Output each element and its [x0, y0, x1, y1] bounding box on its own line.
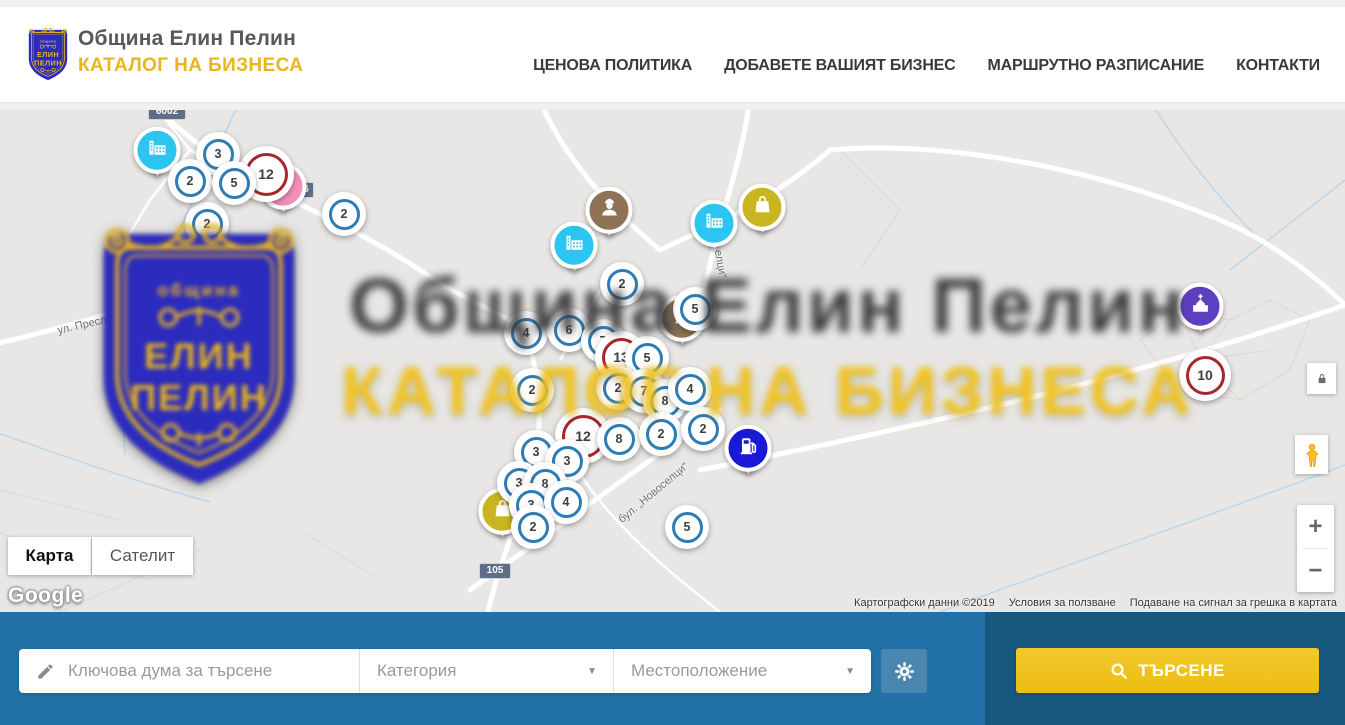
terms-link[interactable]: Условия за ползване [1009, 597, 1116, 609]
top-strip [0, 0, 1345, 7]
factory-map-pin[interactable] [691, 200, 738, 247]
street-view-pegman[interactable] [1295, 435, 1328, 474]
brand: Община Елин Пелин КАТАЛОГ НА БИЗНЕСА [78, 27, 303, 77]
svg-text:ЕЛИН: ЕЛИН [144, 335, 254, 376]
chevron-down-icon: ▼ [845, 666, 855, 677]
map-attribution: Картографски данни ©2019 Условия за полз… [854, 597, 1337, 609]
keyword-section [19, 649, 360, 693]
factory-icon [145, 136, 169, 165]
worker-icon [597, 196, 621, 225]
lock-icon [1315, 372, 1329, 386]
bag-map-pin[interactable] [739, 184, 786, 231]
pegman-icon [1301, 441, 1323, 469]
report-error-link[interactable]: Подаване на сигнал за грешка в картата [1130, 597, 1337, 609]
page: община ЕЛИН ПЕЛИН Община Елин Пелин КАТА… [0, 0, 1345, 725]
zoom-out-button[interactable]: − [1297, 549, 1334, 592]
chevron-down-icon: ▼ [587, 666, 597, 677]
satellite-view-button[interactable]: Сателит [92, 537, 193, 575]
cluster-count: 2 [341, 207, 348, 221]
cluster-marker[interactable]: 5 [665, 505, 709, 549]
map-data-copyright: Картографски данни ©2019 [854, 597, 995, 609]
location-select-value: Местоположение [631, 661, 767, 681]
fuel-icon [736, 434, 760, 463]
bag-icon [750, 193, 774, 222]
cluster-count: 8 [616, 432, 623, 446]
search-icon [1110, 662, 1128, 680]
map-type-control: Карта Сателит [8, 537, 193, 575]
zoom-control: + − [1297, 505, 1334, 592]
pencil-icon [36, 662, 55, 681]
watermark-crest: община ЕЛИН ПЕЛИН [85, 218, 313, 500]
cluster-count: 10 [1197, 367, 1213, 383]
header: община ЕЛИН ПЕЛИН Община Елин Пелин КАТА… [0, 7, 1345, 103]
search-bar: Категория ▼ Местоположение ▼ [0, 612, 1345, 725]
nav-item-contacts[interactable]: КОНТАКТИ [1236, 57, 1320, 75]
fuel-map-pin[interactable] [725, 425, 772, 472]
nav-item-pricing[interactable]: ЦЕНОВА ПОЛИТИКА [533, 57, 692, 75]
cluster-count: 5 [231, 176, 238, 190]
cluster-count: 3 [533, 445, 540, 459]
cluster-count: 5 [684, 520, 691, 534]
svg-text:община: община [40, 39, 57, 43]
cluster-marker[interactable]: 2 [168, 159, 212, 203]
watermark-title: Община Елин Пелин [330, 262, 1206, 351]
cluster-count: 3 [564, 454, 571, 468]
cluster-count: 2 [187, 174, 194, 188]
gear-icon [893, 660, 916, 683]
svg-text:ПЕЛИН: ПЕЛИН [130, 377, 268, 418]
cluster-count: 3 [215, 147, 222, 161]
site-subtitle: КАТАЛОГ НА БИЗНЕСА [78, 55, 303, 77]
advanced-search-button[interactable] [881, 649, 927, 693]
search-fields-group: Категория ▼ Местоположение ▼ [19, 649, 871, 693]
municipality-crest-logo: община ЕЛИН ПЕЛИН [25, 20, 71, 90]
cluster-marker[interactable]: 2 [511, 505, 555, 549]
lock-button[interactable] [1307, 363, 1336, 394]
road-number-badge: 105 [479, 563, 511, 579]
road-number-badge: 6002 [148, 110, 186, 120]
location-select[interactable]: Местоположение ▼ [614, 649, 871, 693]
site-title: Община Елин Пелин [78, 27, 303, 51]
zoom-in-button[interactable]: + [1297, 505, 1334, 548]
factory-icon [702, 209, 726, 238]
search-submit-button[interactable]: ТЪРСЕНЕ [1016, 648, 1319, 693]
svg-text:ПЕЛИН: ПЕЛИН [34, 58, 62, 67]
map-canvas[interactable]: 60021056 ул. Преславбул. „Новоселци“елци… [0, 110, 1345, 612]
map-view-button[interactable]: Карта [8, 537, 91, 575]
nav-item-schedule[interactable]: МАРШРУТНО РАЗПИСАНИЕ [988, 57, 1205, 75]
google-logo: Google [8, 584, 83, 608]
cluster-count: 4 [563, 495, 570, 509]
category-select[interactable]: Категория ▼ [360, 649, 614, 693]
nav-item-add-business[interactable]: ДОБАВЕТЕ ВАШИЯТ БИЗНЕС [724, 57, 955, 75]
watermark-subtitle: КАТАЛОГ НА БИЗНЕСА [340, 352, 1196, 430]
category-select-value: Категория [377, 661, 456, 681]
svg-text:община: община [157, 280, 240, 300]
main-nav: ЦЕНОВА ПОЛИТИКА ДОБАВЕТЕ ВАШИЯТ БИЗНЕС М… [533, 57, 1320, 75]
keyword-search-input[interactable] [68, 661, 359, 681]
svg-text:ЕЛИН: ЕЛИН [37, 50, 59, 59]
search-submit-label: ТЪРСЕНЕ [1138, 661, 1225, 681]
cluster-marker[interactable]: 2 [322, 192, 366, 236]
factory-icon [562, 231, 586, 260]
cluster-marker[interactable]: 5 [212, 161, 256, 205]
cluster-count: 12 [258, 166, 274, 182]
cluster-count: 2 [530, 520, 537, 534]
